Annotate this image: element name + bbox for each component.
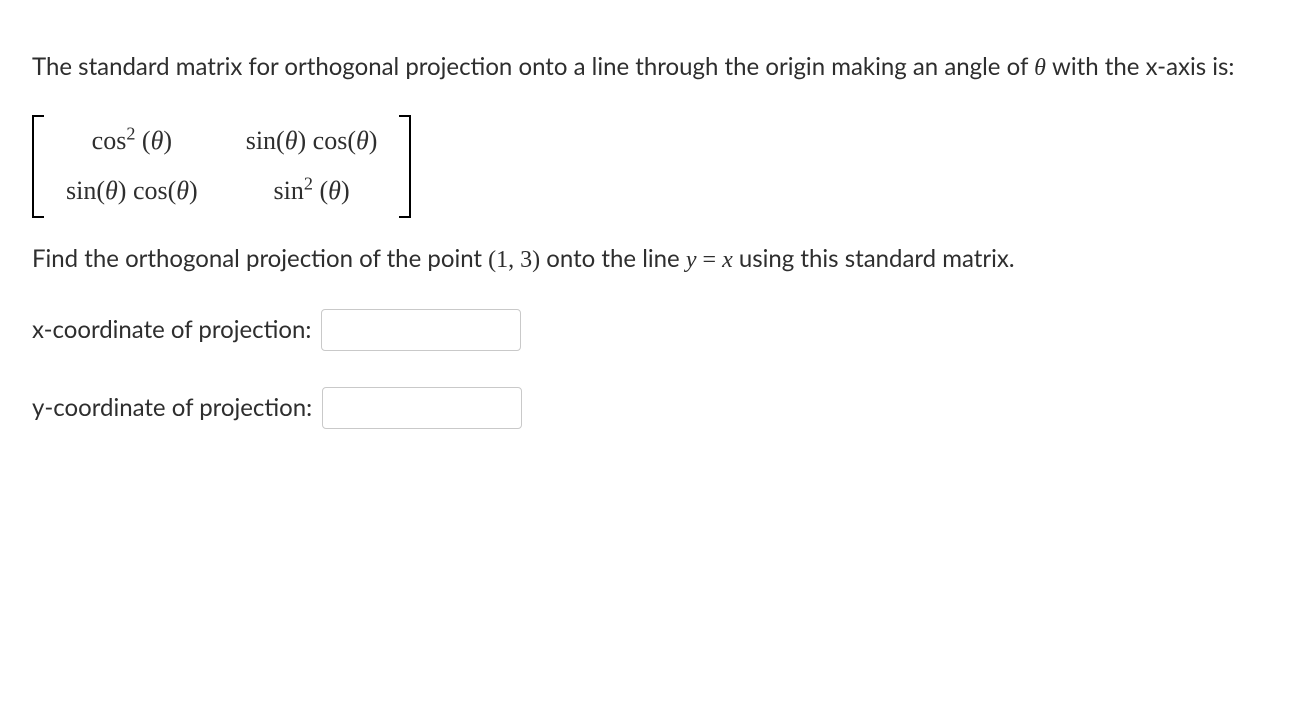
x-coordinate-row: x-coordinate of projection: [32,309,1283,351]
intro-paragraph: The standard matrix for orthogonal proje… [32,48,1283,87]
projection-matrix: cos2 (θ) sin(θ) cos(θ) sin(θ) cos(θ) sin… [32,115,411,218]
question-page: The standard matrix for orthogonal proje… [0,0,1315,497]
y-coordinate-row: y-coordinate of projection: [32,387,1283,429]
matrix-cell-21: sin(θ) cos(θ) [66,171,198,211]
eqn-eq: = [697,247,723,273]
question-point: (1, 3) [488,247,540,273]
matrix-cell-12: sin(θ) cos(θ) [246,121,378,161]
matrix-cell-22: sin2 (θ) [246,171,378,211]
eqn-y: y [686,247,697,273]
intro-text-after: with the x-axis is: [1046,52,1235,81]
question-paragraph: Find the orthogonal projection of the po… [32,240,1283,279]
x-coordinate-label: x-coordinate of projection: [32,311,311,348]
matrix-cell-11: cos2 (θ) [66,121,198,161]
matrix-grid: cos2 (θ) sin(θ) cos(θ) sin(θ) cos(θ) sin… [48,115,395,218]
right-bracket-icon [395,115,411,218]
eqn-x: x [722,247,733,273]
question-after: using this standard matrix. [733,244,1015,273]
y-coordinate-input[interactable] [322,387,522,429]
theta-symbol: θ [1034,55,1046,81]
intro-text-before: The standard matrix for orthogonal proje… [32,52,1034,81]
question-between: onto the line [540,244,686,273]
y-coordinate-label: y-coordinate of projection: [32,389,312,426]
question-before-point: Find the orthogonal projection of the po… [32,244,488,273]
left-bracket-icon [32,115,48,218]
x-coordinate-input[interactable] [321,309,521,351]
